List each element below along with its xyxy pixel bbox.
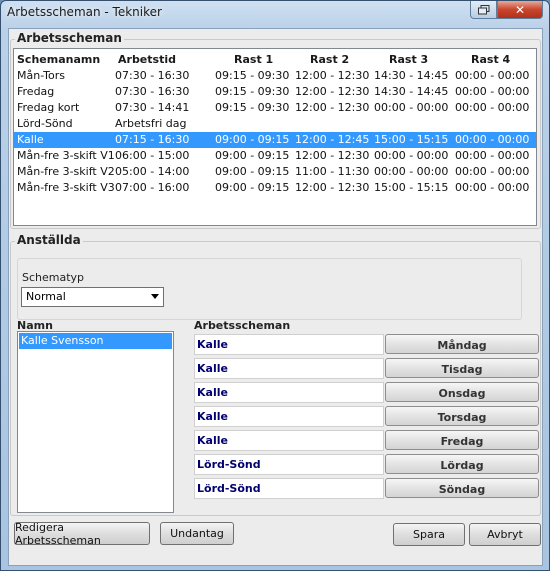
cell-name: Mån-Tors bbox=[17, 69, 65, 82]
cell-break3: 15:00 - 15:15 bbox=[374, 133, 449, 146]
close-button[interactable]: ✕ bbox=[497, 1, 543, 19]
day-schedule-field: Kalle bbox=[194, 406, 384, 427]
cell-break2: 11:00 - 11:30 bbox=[295, 165, 370, 178]
cell-break3: 14:30 - 14:45 bbox=[374, 85, 449, 98]
schedules-header: Schemanamn Arbetstid Rast 1 Rast 2 Rast … bbox=[14, 52, 536, 68]
day-schedule-field: Kalle bbox=[194, 430, 384, 451]
cell-break2: 12:00 - 12:45 bbox=[295, 133, 370, 146]
save-button[interactable]: Spara bbox=[393, 523, 465, 546]
day-button[interactable]: Måndag bbox=[385, 334, 539, 354]
main-window: Arbetsscheman - Tekniker ✕ Arbetsscheman… bbox=[0, 0, 550, 571]
table-row[interactable]: Kalle 07:15 - 16:30 09:00 - 09:15 12:00 - 1… bbox=[14, 132, 536, 148]
col-header-break2[interactable]: Rast 2 bbox=[310, 53, 349, 66]
chevron-down-icon bbox=[151, 294, 159, 299]
col-header-break1[interactable]: Rast 1 bbox=[234, 53, 273, 66]
cell-break1: 09:00 - 09:15 bbox=[215, 165, 290, 178]
day-button[interactable]: Söndag bbox=[385, 478, 539, 498]
cell-name: Fredag bbox=[17, 85, 55, 98]
table-row[interactable]: Mån-fre 3-skift V3 07:00 - 16:00 09:00 - 0… bbox=[14, 180, 536, 196]
cell-worktime: 07:30 - 16:30 bbox=[115, 85, 190, 98]
cell-name: Mån-fre 3-skift V1 bbox=[17, 149, 115, 162]
cell-break4: 00:00 - 00:00 bbox=[455, 181, 530, 194]
day-schedule-field: Lörd-Sönd bbox=[194, 454, 384, 475]
cell-break1: 09:15 - 09:30 bbox=[215, 85, 290, 98]
col-header-break3[interactable]: Rast 3 bbox=[389, 53, 428, 66]
cell-worktime: 06:00 - 15:00 bbox=[115, 149, 190, 162]
schedules-group-title: Arbetsscheman bbox=[15, 31, 124, 45]
employees-list[interactable]: Kalle Svensson bbox=[17, 331, 174, 513]
cell-break3: 15:00 - 15:15 bbox=[374, 181, 449, 194]
cell-name: Mån-fre 3-skift V2 bbox=[17, 165, 115, 178]
table-row[interactable]: Mån-fre 3-skift V2 05:00 - 14:00 09:00 - 0… bbox=[14, 164, 536, 180]
day-schedule-field: Kalle bbox=[194, 382, 384, 403]
cell-break3: 00:00 - 00:00 bbox=[374, 149, 449, 162]
day-button[interactable]: Torsdag bbox=[385, 406, 539, 426]
cell-break2: 12:00 - 12:30 bbox=[295, 149, 370, 162]
schematype-select[interactable]: Normal bbox=[21, 287, 164, 307]
col-header-name[interactable]: Schemanamn bbox=[17, 53, 100, 66]
cell-break4: 00:00 - 00:00 bbox=[455, 101, 530, 114]
employees-group: Anställda Schematyp Normal Namn Kalle Sv… bbox=[10, 233, 541, 516]
day-button[interactable]: Fredag bbox=[385, 430, 539, 450]
table-row[interactable]: Fredag 07:30 - 16:30 09:15 - 09:30 12:00 - … bbox=[14, 84, 536, 100]
cell-break4: 00:00 - 00:00 bbox=[455, 69, 530, 82]
cell-name: Kalle bbox=[17, 133, 44, 146]
day-button[interactable]: Onsdag bbox=[385, 382, 539, 402]
cell-worktime: 07:15 - 16:30 bbox=[115, 133, 190, 146]
cell-break3: 00:00 - 00:00 bbox=[374, 101, 449, 114]
day-button[interactable]: Tisdag bbox=[385, 358, 539, 378]
cell-break3: 14:30 - 14:45 bbox=[374, 69, 449, 82]
close-icon: ✕ bbox=[514, 2, 526, 17]
schedules-listview[interactable]: Schemanamn Arbetstid Rast 1 Rast 2 Rast … bbox=[13, 48, 537, 226]
cell-worktime: 07:30 - 16:30 bbox=[115, 69, 190, 82]
col-header-break4[interactable]: Rast 4 bbox=[471, 53, 510, 66]
cell-worktime: Arbetsfri dag bbox=[115, 117, 187, 130]
employees-group-title: Anställda bbox=[15, 233, 83, 247]
cell-break1: 09:15 - 09:30 bbox=[215, 101, 290, 114]
cell-break4: 00:00 - 00:00 bbox=[455, 165, 530, 178]
schematype-label: Schematyp bbox=[22, 271, 85, 284]
cell-break4: 00:00 - 00:00 bbox=[455, 133, 530, 146]
cell-break1: 09:00 - 09:15 bbox=[215, 133, 290, 146]
schematype-value: Normal bbox=[26, 290, 66, 303]
cell-name: Lörd-Sönd bbox=[17, 117, 73, 130]
cell-break4: 00:00 - 00:00 bbox=[455, 149, 530, 162]
cell-break1: 09:15 - 09:30 bbox=[215, 69, 290, 82]
cell-break2: 12:00 - 12:30 bbox=[295, 181, 370, 194]
restore-icon bbox=[477, 4, 489, 14]
cell-break1: 09:00 - 09:15 bbox=[215, 149, 290, 162]
table-row[interactable]: Mån-Tors 07:30 - 16:30 09:15 - 09:30 12:00 … bbox=[14, 68, 536, 84]
table-row[interactable]: Fredag kort 07:30 - 14:41 09:15 - 09:30 12:… bbox=[14, 100, 536, 116]
cell-break2: 12:00 - 12:30 bbox=[295, 85, 370, 98]
cell-break2: 12:00 - 12:30 bbox=[295, 101, 370, 114]
day-button[interactable]: Lördag bbox=[385, 454, 539, 474]
cell-break2: 12:00 - 12:30 bbox=[295, 69, 370, 82]
cell-break3: 00:00 - 00:00 bbox=[374, 165, 449, 178]
client-area: Arbetsscheman Schemanamn Arbetstid Rast … bbox=[8, 28, 543, 566]
list-item[interactable]: Kalle Svensson bbox=[19, 333, 172, 349]
table-row[interactable]: Lörd-Sönd Arbetsfri dag bbox=[14, 116, 536, 132]
exceptions-button[interactable]: Undantag bbox=[160, 522, 234, 545]
cell-break1: 09:00 - 09:15 bbox=[215, 181, 290, 194]
cell-worktime: 07:30 - 14:41 bbox=[115, 101, 190, 114]
cell-break4: 00:00 - 00:00 bbox=[455, 85, 530, 98]
title-bar[interactable]: Arbetsscheman - Tekniker ✕ bbox=[1, 1, 549, 25]
schedules-group: Arbetsscheman Schemanamn Arbetstid Rast … bbox=[10, 31, 541, 229]
table-row[interactable]: Mån-fre 3-skift V1 06:00 - 15:00 09:00 - 0… bbox=[14, 148, 536, 164]
cell-name: Fredag kort bbox=[17, 101, 80, 114]
schedules-column-header: Arbetsscheman bbox=[194, 319, 291, 332]
day-schedule-field: Kalle bbox=[194, 358, 384, 379]
window-title: Arbetsscheman - Tekniker bbox=[7, 5, 162, 19]
schematype-panel: Schematyp Normal bbox=[17, 258, 522, 320]
day-schedule-field: Lörd-Sönd bbox=[194, 478, 384, 499]
col-header-worktime[interactable]: Arbetstid bbox=[118, 53, 176, 66]
day-schedule-field: Kalle bbox=[194, 334, 384, 355]
cell-worktime: 05:00 - 14:00 bbox=[115, 165, 190, 178]
cell-name: Mån-fre 3-skift V3 bbox=[17, 181, 115, 194]
edit-schedules-button[interactable]: Redigera Arbetsscheman bbox=[14, 521, 150, 547]
restore-button[interactable] bbox=[470, 1, 497, 19]
cancel-button[interactable]: Avbryt bbox=[469, 523, 541, 546]
cell-worktime: 07:00 - 16:00 bbox=[115, 181, 190, 194]
